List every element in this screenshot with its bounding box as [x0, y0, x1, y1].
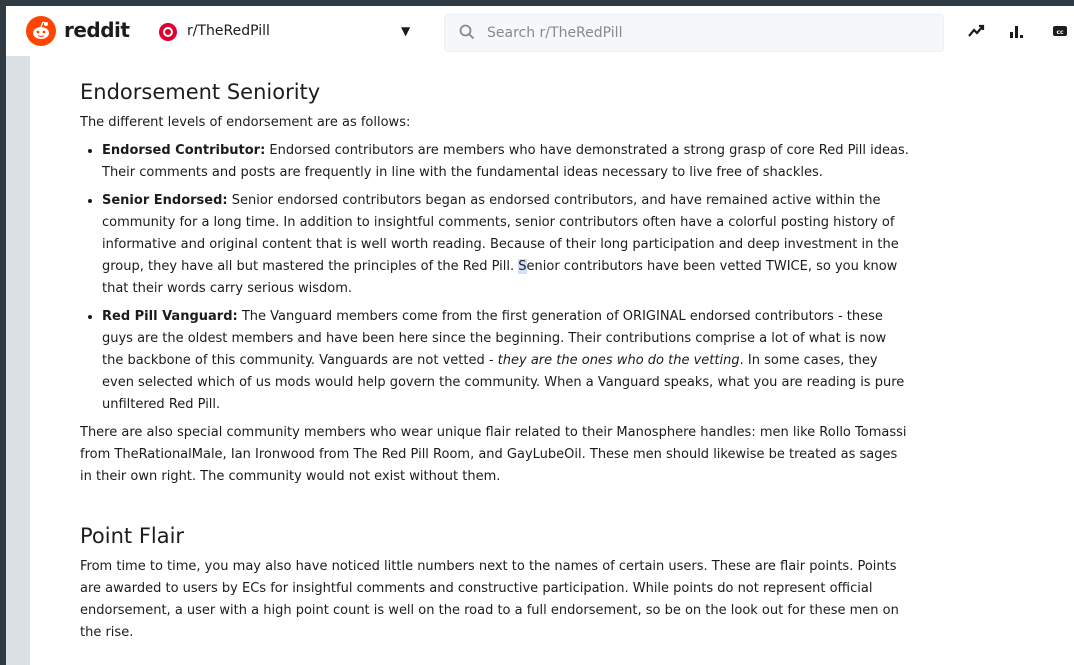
list-item-endorsed-contributor: Endorsed Contributor: Endorsed contribut… [102, 140, 910, 184]
trending-icon[interactable] [968, 23, 986, 39]
svg-text:cc: cc [1056, 29, 1064, 36]
list-item-senior-endorsed: Senior Endorsed: Senior endorsed contrib… [102, 190, 910, 300]
section-title-endorsement-seniority: Endorsement Seniority [80, 80, 321, 104]
stats-icon[interactable] [1009, 23, 1025, 39]
list-item-label: Senior Endorsed: [102, 193, 228, 208]
search-icon [459, 24, 475, 40]
reddit-logo-icon[interactable] [26, 16, 56, 46]
page-gutter [6, 56, 30, 665]
list-item-red-pill-vanguard: Red Pill Vanguard: The Vanguard members … [102, 306, 910, 416]
list-item-emphasis: they are the ones who do the vetting [497, 353, 740, 368]
section-intro: The different levels of endorsement are … [80, 115, 411, 130]
list-item-label: Endorsed Contributor: [102, 143, 266, 158]
closed-captions-icon[interactable]: cc [1052, 23, 1068, 39]
chevron-down-icon[interactable]: ▼ [401, 24, 410, 38]
section-title-point-flair: Point Flair [80, 524, 185, 548]
endorsement-levels-list: Endorsed Contributor: Endorsed contribut… [80, 140, 910, 416]
section-body: From time to time, you may also have not… [80, 559, 899, 640]
subreddit-icon[interactable] [159, 23, 177, 41]
reddit-wordmark[interactable]: reddit [64, 18, 130, 42]
search-box[interactable] [444, 14, 944, 52]
list-item-label: Red Pill Vanguard: [102, 309, 238, 324]
search-input[interactable] [485, 24, 929, 42]
subreddit-name[interactable]: r/TheRedPill [187, 23, 270, 39]
top-header: reddit r/TheRedPill ▼ cc [6, 6, 1074, 57]
section-outro: There are also special community members… [80, 425, 907, 484]
text-selection-highlight: S [518, 259, 527, 274]
wiki-content: Endorsement Seniority The different leve… [30, 56, 1074, 665]
